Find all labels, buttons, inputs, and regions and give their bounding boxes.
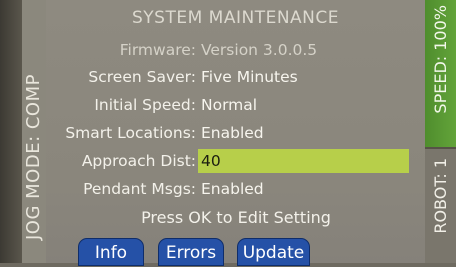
setting-value: Normal: [201, 96, 258, 114]
setting-label: Pendant Msgs:: [83, 180, 196, 198]
edit-hint: Press OK to Edit Setting: [141, 208, 331, 227]
setting-row-approach-dist[interactable]: Approach Dist: 40: [46, 149, 425, 173]
jog-mode-label: JOG MODE: COMP: [23, 74, 44, 240]
setting-value: Enabled: [201, 124, 264, 142]
setting-row-firmware[interactable]: Firmware: Version 3.0.0.5: [46, 38, 425, 62]
system-maintenance-screen: SYSTEM MAINTENANCE Firmware: Version 3.0…: [46, 0, 425, 266]
setting-label: Firmware:: [119, 41, 196, 59]
setting-value: Enabled: [201, 180, 264, 198]
left-bezel: [0, 0, 22, 263]
robot-label: ROBOT: 1: [431, 158, 450, 234]
setting-row-smart-locations[interactable]: Smart Locations: Enabled: [46, 121, 425, 145]
screen-title: SYSTEM MAINTENANCE: [132, 8, 339, 28]
setting-row-screen-saver[interactable]: Screen Saver: Five Minutes: [46, 65, 425, 89]
speed-label: SPEED: 100%: [431, 5, 450, 114]
setting-row-initial-speed[interactable]: Initial Speed: Normal: [46, 93, 425, 117]
setting-row-pendant-msgs[interactable]: Pendant Msgs: Enabled: [46, 177, 425, 201]
setting-value: Five Minutes: [201, 68, 298, 86]
setting-label: Approach Dist:: [81, 152, 196, 170]
setting-label: Smart Locations:: [65, 124, 196, 142]
info-button[interactable]: Info: [78, 238, 144, 266]
update-button[interactable]: Update: [237, 238, 310, 266]
setting-value-selected[interactable]: 40: [198, 149, 409, 173]
setting-value: Version 3.0.0.5: [201, 41, 318, 59]
setting-label: Initial Speed:: [94, 96, 196, 114]
errors-button[interactable]: Errors: [158, 238, 224, 266]
status-divider: [425, 147, 456, 149]
setting-label: Screen Saver:: [88, 68, 196, 86]
